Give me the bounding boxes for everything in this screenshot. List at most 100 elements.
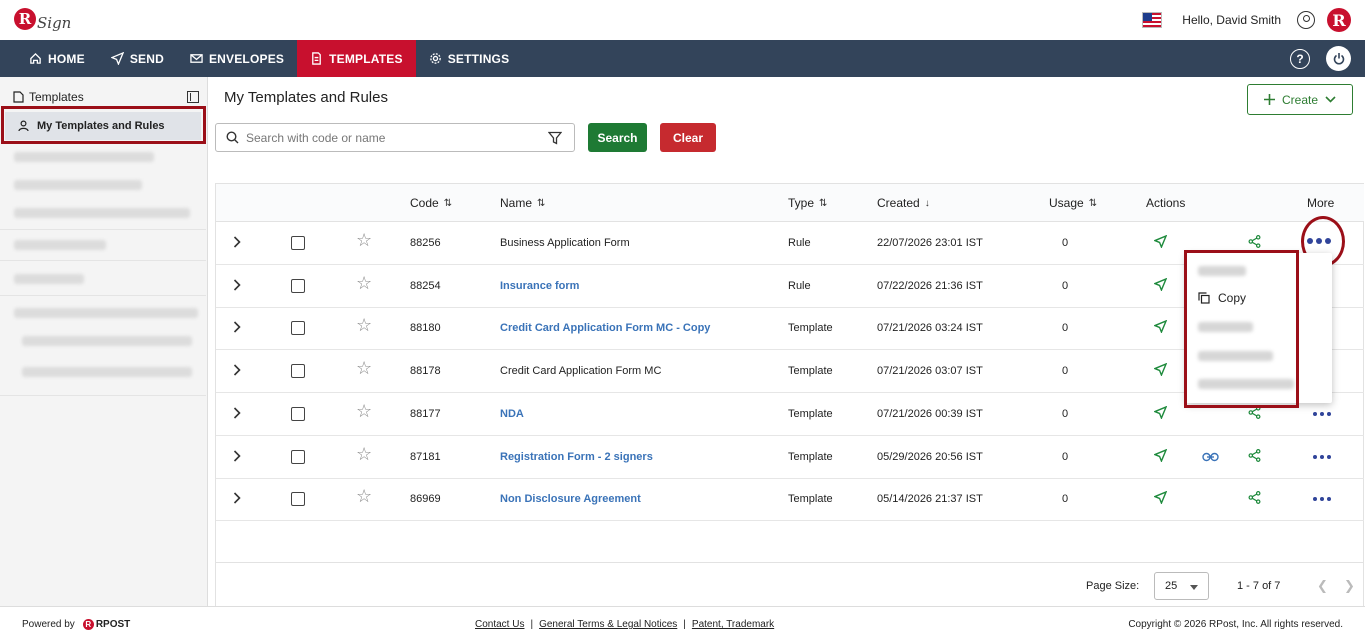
- sidebar-item-blurred[interactable]: [22, 367, 192, 377]
- send-icon[interactable]: [1153, 234, 1168, 251]
- cell-name[interactable]: Credit Card Application Form MC - Copy: [500, 322, 710, 334]
- row-checkbox[interactable]: [291, 236, 305, 250]
- row-checkbox[interactable]: [291, 321, 305, 336]
- send-icon[interactable]: [1153, 320, 1168, 336]
- rsign-logo[interactable]: R Sign: [14, 6, 71, 32]
- share-icon[interactable]: [1248, 448, 1261, 465]
- cell-created: 07/21/2026 00:39 IST: [877, 407, 983, 420]
- sidebar-divider: [0, 229, 206, 230]
- column-code[interactable]: Code ⇅: [410, 196, 452, 210]
- send-icon[interactable]: [1153, 490, 1168, 507]
- link-icon[interactable]: [1202, 451, 1219, 465]
- sidebar-item-blurred[interactable]: [14, 152, 154, 162]
- sort-icon[interactable]: ⇅: [444, 198, 452, 209]
- table-row[interactable]: ☆ 87181 Registration Form - 2 signers Templ…: [216, 436, 1364, 479]
- row-checkbox[interactable]: [291, 406, 305, 421]
- expand-row-icon[interactable]: [233, 492, 241, 507]
- cell-type: Template: [788, 365, 833, 378]
- column-usage[interactable]: Usage ⇅: [1049, 196, 1097, 210]
- cell-code: 87181: [410, 450, 441, 463]
- send-icon[interactable]: [1153, 448, 1168, 465]
- favorite-star-icon[interactable]: ☆: [356, 274, 372, 292]
- favorite-star-icon[interactable]: ☆: [356, 359, 372, 377]
- column-name[interactable]: Name ⇅: [500, 196, 545, 210]
- send-icon[interactable]: [1153, 362, 1168, 379]
- filter-icon[interactable]: [548, 131, 562, 145]
- sidebar-title: Templates: [29, 90, 84, 104]
- clear-button[interactable]: Clear: [660, 123, 716, 152]
- rpost-logo[interactable]: R RPOST: [82, 619, 130, 630]
- send-icon[interactable]: [1153, 277, 1168, 294]
- row-checkbox[interactable]: [291, 364, 305, 379]
- more-options-icon[interactable]: [1313, 454, 1331, 459]
- power-icon[interactable]: [1326, 46, 1351, 71]
- expand-row-icon[interactable]: [233, 449, 241, 465]
- terms-link[interactable]: General Terms & Legal Notices: [539, 619, 677, 630]
- row-checkbox[interactable]: [291, 278, 305, 293]
- favorite-star-icon[interactable]: ☆: [356, 231, 372, 249]
- column-created[interactable]: Created ↓: [877, 196, 930, 210]
- sort-icon[interactable]: ⇅: [537, 198, 545, 209]
- cell-name[interactable]: Registration Form - 2 signers: [500, 451, 653, 463]
- page-footer: Powered by R RPOST Contact Us | General Te…: [0, 606, 1365, 641]
- us-flag-icon[interactable]: [1142, 12, 1163, 28]
- patent-link[interactable]: Patent, Trademark: [692, 619, 774, 630]
- nav-send-label: SEND: [129, 51, 164, 66]
- cell-name[interactable]: NDA: [500, 408, 524, 420]
- sidebar-item-blurred[interactable]: [14, 240, 106, 250]
- sidebar-item-blurred[interactable]: [22, 336, 192, 346]
- row-checkbox[interactable]: [291, 492, 305, 507]
- cell-name[interactable]: Insurance form: [500, 280, 579, 292]
- expand-row-icon[interactable]: [233, 407, 241, 422]
- user-profile-icon[interactable]: [1297, 11, 1315, 29]
- nav-envelopes-label: ENVELOPES: [208, 51, 285, 66]
- cell-created: 05/29/2026 20:56 IST: [877, 450, 983, 463]
- expand-row-icon[interactable]: [233, 364, 241, 379]
- sidebar-item-blurred[interactable]: [14, 308, 198, 318]
- share-icon[interactable]: [1248, 491, 1261, 507]
- table-row[interactable]: ☆ 86969 Non Disclosure Agreement Template 05…: [216, 478, 1364, 522]
- expand-row-icon[interactable]: [233, 236, 241, 251]
- sort-icon[interactable]: ⇅: [1089, 198, 1097, 209]
- favorite-star-icon[interactable]: ☆: [356, 316, 372, 334]
- favorite-star-icon[interactable]: ☆: [356, 445, 372, 463]
- expand-row-icon[interactable]: [233, 279, 241, 294]
- cell-usage: 0: [1062, 322, 1069, 335]
- help-icon[interactable]: ?: [1290, 48, 1310, 69]
- sort-icon[interactable]: ⇅: [819, 198, 827, 209]
- sidebar-item-blurred[interactable]: [14, 274, 84, 284]
- page-size-select[interactable]: 25: [1154, 572, 1209, 600]
- nav-home[interactable]: HOME: [16, 40, 98, 77]
- page-size-value: 25: [1165, 580, 1178, 592]
- more-options-icon[interactable]: [1313, 411, 1331, 416]
- contact-link[interactable]: Contact Us: [475, 619, 524, 630]
- brand-avatar[interactable]: R: [1327, 8, 1351, 32]
- collapse-sidebar-icon[interactable]: [187, 91, 199, 103]
- create-button[interactable]: Create: [1247, 84, 1353, 115]
- nav-settings[interactable]: SETTINGS: [416, 40, 523, 77]
- search-input[interactable]: [246, 130, 536, 145]
- sort-desc-icon[interactable]: ↓: [925, 198, 930, 209]
- favorite-star-icon[interactable]: ☆: [356, 487, 372, 505]
- prev-page-icon[interactable]: ❮: [1317, 578, 1328, 594]
- more-options-icon[interactable]: [1313, 497, 1331, 502]
- search-button[interactable]: Search: [588, 123, 647, 152]
- column-type[interactable]: Type ⇅: [788, 196, 827, 210]
- sidebar-item-blurred[interactable]: [14, 180, 142, 190]
- sidebar-item-blurred[interactable]: [14, 208, 190, 218]
- page-size-label: Page Size:: [1086, 580, 1140, 592]
- nav-send[interactable]: SEND: [98, 40, 177, 77]
- cell-type: Template: [788, 407, 833, 420]
- next-page-icon[interactable]: ❯: [1344, 578, 1355, 594]
- share-icon[interactable]: [1248, 405, 1261, 422]
- nav-templates[interactable]: TEMPLATES: [297, 40, 416, 77]
- favorite-star-icon[interactable]: ☆: [356, 402, 372, 420]
- home-icon: [30, 52, 41, 64]
- nav-envelopes[interactable]: ENVELOPES: [177, 40, 297, 77]
- nav-home-label: HOME: [48, 51, 85, 66]
- row-checkbox[interactable]: [291, 449, 305, 464]
- expand-row-icon[interactable]: [233, 321, 241, 336]
- share-icon[interactable]: [1248, 235, 1261, 251]
- send-icon[interactable]: [1153, 405, 1168, 422]
- cell-name[interactable]: Non Disclosure Agreement: [500, 493, 641, 505]
